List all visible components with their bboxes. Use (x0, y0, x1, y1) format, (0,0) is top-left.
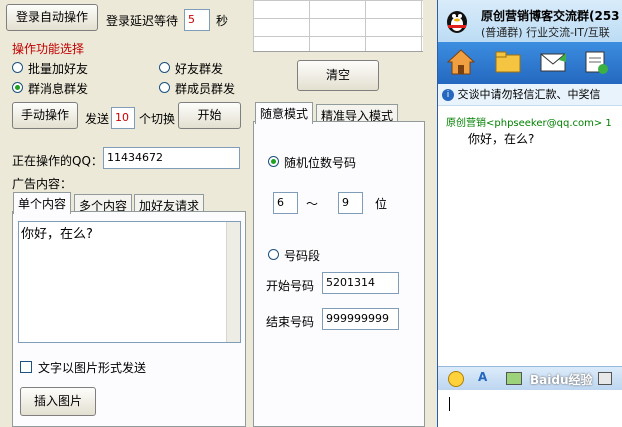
start-number-label: 开始号码 (266, 279, 315, 293)
send-count-input[interactable]: 10 (111, 107, 135, 129)
qq-input-toolbar: A Baidu经验 (438, 366, 622, 390)
image-send-checkbox[interactable] (20, 361, 32, 373)
delay-unit-label: 秒 (216, 14, 229, 28)
manual-operation-button[interactable]: 手动操作 (12, 102, 78, 129)
ad-content-label: 广告内容： (12, 177, 73, 191)
qq-penguin-icon (444, 6, 470, 34)
send-label: 发送 (85, 112, 110, 126)
info-icon: i (442, 89, 454, 101)
radio-label-random-digits: 随机位数号码 (284, 156, 357, 170)
radio-add-friends[interactable] (12, 62, 23, 73)
tab-single-content[interactable]: 单个内容 (13, 192, 72, 214)
current-qq-input[interactable]: 11434672 (103, 147, 240, 169)
delay-input[interactable]: 5 (184, 9, 210, 31)
radio-friend-broadcast[interactable] (159, 62, 170, 73)
tilde-label: ～ (306, 197, 319, 211)
text-cursor (449, 397, 450, 411)
screenshot-icon-2[interactable] (598, 372, 612, 385)
switch-label: 个切换 (139, 112, 176, 126)
qq-message-text: 你好，在么? (468, 132, 535, 146)
qq-notice-bar: i 交谈中请勿轻信汇款、中奖信 (438, 84, 622, 106)
radio-label-group-members: 群成员群发 (175, 82, 236, 96)
min-digits-input[interactable]: 6 (273, 192, 298, 214)
spreadsheet-area (253, 0, 423, 52)
screenshot-icon[interactable] (506, 372, 522, 385)
home-icon[interactable] (446, 48, 476, 79)
insert-image-button[interactable]: 插入图片 (20, 387, 96, 416)
qq-chat-header: 原创营销博客交流群(253 (普通群) 行业交流-IT/互联 (438, 0, 622, 42)
end-number-input[interactable]: 999999999 (322, 308, 399, 330)
digit-unit-label: 位 (375, 197, 388, 211)
qq-toolbar (438, 42, 622, 84)
radio-label-add-friends: 批量加好友 (28, 62, 89, 76)
note-add-icon[interactable] (583, 49, 609, 78)
qq-watermark: Baidu经验 (530, 373, 593, 387)
qq-group-title: 原创营销博客交流群(253 (481, 9, 620, 23)
qq-message-sender: 原创营销<phpseeker@qq.com> 1 (446, 118, 612, 129)
current-qq-label: 正在操作的QQ： (12, 154, 103, 168)
radio-random-digits[interactable] (268, 156, 279, 167)
image-send-label: 文字以图片形式发送 (38, 361, 147, 375)
message-textarea[interactable]: 你好，在么? (18, 221, 241, 343)
folder-icon[interactable] (494, 50, 522, 77)
qq-notice-text: 交谈中请勿轻信汇款、中奖信 (457, 88, 601, 101)
section-title: 操作功能选择 (12, 42, 85, 56)
start-button[interactable]: 开始 (178, 102, 241, 129)
textarea-scrollbar[interactable] (226, 222, 240, 342)
max-digits-input[interactable]: 9 (338, 192, 363, 214)
delay-label: 登录延迟等待 (106, 14, 179, 28)
login-auto-button[interactable]: 登录自动操作 (6, 4, 98, 31)
radio-label-friend-broadcast: 好友群发 (175, 62, 224, 76)
mail-icon[interactable] (539, 50, 567, 77)
smiley-icon[interactable] (448, 371, 464, 387)
end-number-label: 结束号码 (266, 315, 315, 329)
radio-group-message[interactable] (12, 82, 23, 93)
message-text: 你好，在么? (21, 227, 93, 242)
clear-button[interactable]: 清空 (297, 60, 379, 91)
radio-label-number-range: 号码段 (284, 249, 321, 263)
tab-random-mode[interactable]: 随意模式 (255, 102, 314, 124)
font-icon[interactable]: A (478, 370, 487, 384)
qq-group-subtitle: (普通群) 行业交流-IT/互联 (481, 26, 610, 39)
radio-group-members[interactable] (159, 82, 170, 93)
start-number-input[interactable]: 5201314 (322, 272, 399, 294)
qq-input-box[interactable] (438, 391, 622, 427)
qq-chat-window: 原创营销博客交流群(253 (普通群) 行业交流-IT/互联 i 交谈中请勿轻信… (437, 0, 622, 427)
radio-number-range[interactable] (268, 249, 279, 260)
radio-label-group-message: 群消息群发 (28, 82, 89, 96)
